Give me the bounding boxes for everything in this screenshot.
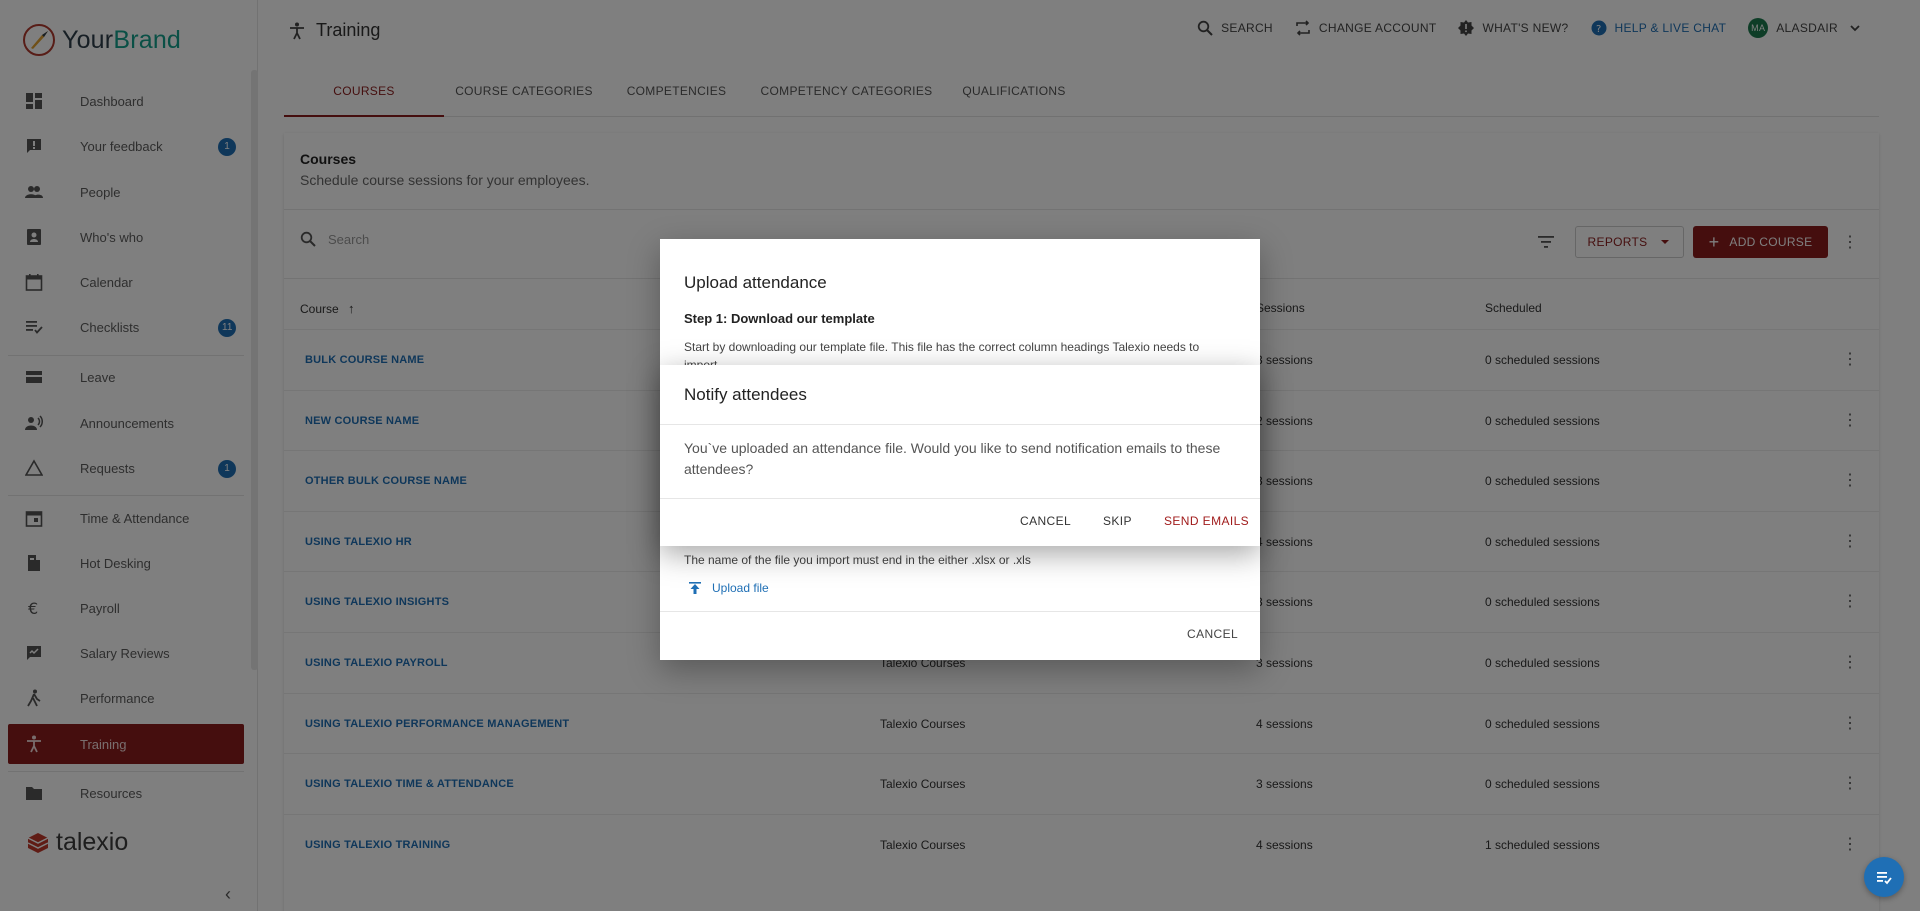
skip-button[interactable]: SKIP: [1103, 514, 1132, 528]
divider: [660, 611, 1260, 612]
dialog-message: You`ve uploaded an attendance file. Woul…: [684, 440, 1221, 477]
upload-icon: [689, 582, 701, 594]
file-type-note: The name of the file you import must end…: [684, 553, 1031, 567]
chat-icon: [1877, 872, 1892, 885]
step-heading: Step 1: Download our template: [684, 311, 875, 326]
cancel-button[interactable]: CANCEL: [1020, 514, 1071, 528]
notify-attendees-dialog: Notify attendees You`ve uploaded an atte…: [660, 365, 1260, 546]
divider: [660, 498, 1260, 499]
send-emails-button[interactable]: SEND EMAILS: [1164, 514, 1249, 528]
divider: [660, 424, 1260, 425]
dialog-title: Upload attendance: [684, 273, 827, 292]
upload-cancel-button[interactable]: CANCEL: [1187, 627, 1238, 641]
dialog-title: Notify attendees: [684, 385, 807, 404]
upload-file-button[interactable]: Upload file: [688, 581, 769, 595]
live-chat-button[interactable]: [1864, 857, 1904, 897]
upload-file-label: Upload file: [712, 581, 769, 595]
